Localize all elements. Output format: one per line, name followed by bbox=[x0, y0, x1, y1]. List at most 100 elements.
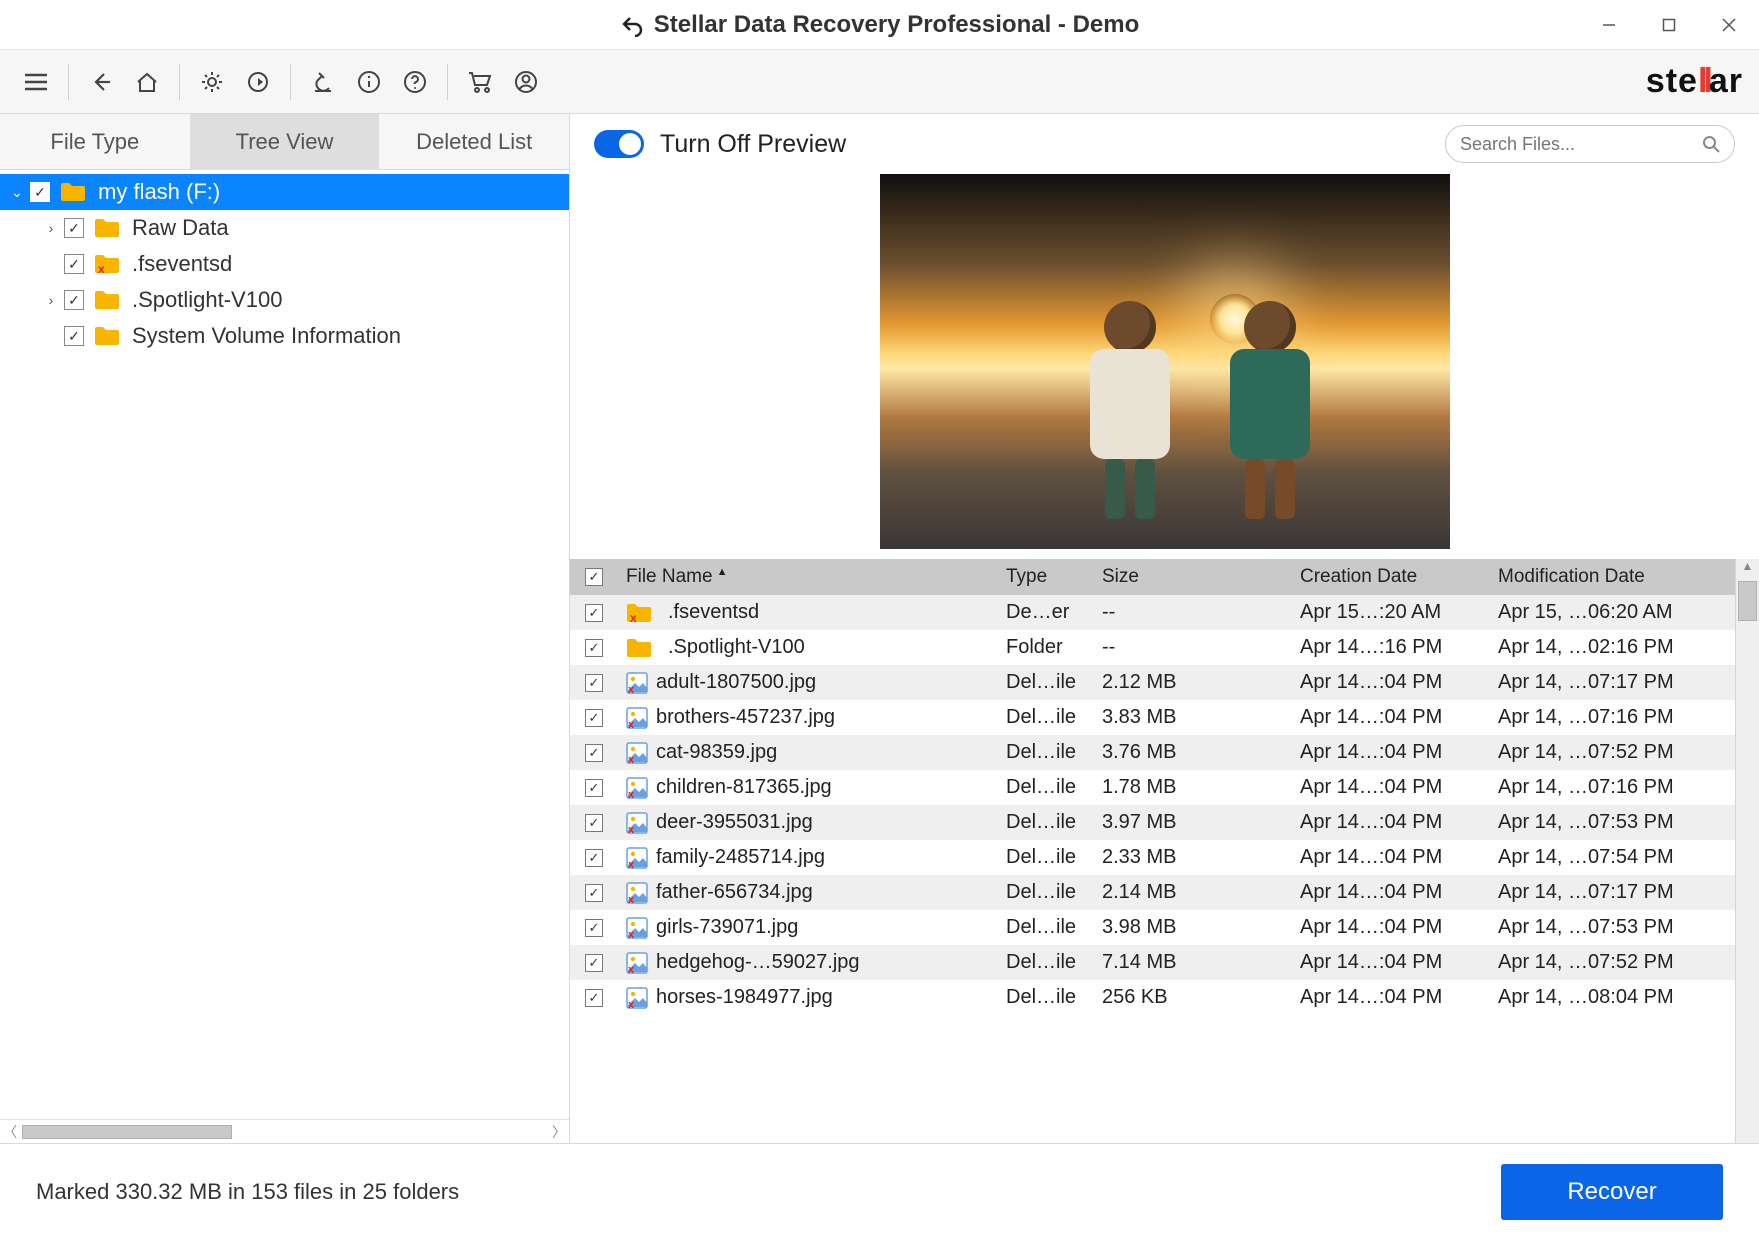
tab-file-type[interactable]: File Type bbox=[0, 114, 190, 170]
file-name: girls-739071.jpg bbox=[656, 916, 798, 939]
file-creation-date: Apr 14…:04 PM bbox=[1292, 741, 1490, 764]
undo-icon[interactable] bbox=[620, 13, 644, 37]
minimize-button[interactable] bbox=[1579, 0, 1639, 50]
cart-icon[interactable] bbox=[460, 62, 500, 102]
row-checkbox[interactable]: ✓ bbox=[585, 919, 603, 937]
table-row[interactable]: ✓xhedgehog-…59027.jpgDel…ile7.14 MBApr 1… bbox=[570, 945, 1735, 980]
maximize-button[interactable] bbox=[1639, 0, 1699, 50]
tree-checkbox[interactable]: ✓ bbox=[64, 290, 84, 310]
info-icon[interactable] bbox=[349, 62, 389, 102]
file-modification-date: Apr 14, …07:17 PM bbox=[1490, 881, 1735, 904]
file-creation-date: Apr 15…:20 AM bbox=[1292, 601, 1490, 624]
tree-item[interactable]: ›✓.Spotlight-V100 bbox=[0, 282, 569, 318]
table-row[interactable]: ✓xcat-98359.jpgDel…ile3.76 MBApr 14…:04 … bbox=[570, 735, 1735, 770]
row-checkbox[interactable]: ✓ bbox=[585, 604, 603, 622]
user-icon[interactable] bbox=[506, 62, 546, 102]
file-creation-date: Apr 14…:04 PM bbox=[1292, 916, 1490, 939]
expander-icon[interactable]: ⌄ bbox=[8, 184, 26, 201]
file-modification-date: Apr 14, …02:16 PM bbox=[1490, 636, 1735, 659]
row-checkbox[interactable]: ✓ bbox=[585, 884, 603, 902]
microscope-icon[interactable] bbox=[303, 62, 343, 102]
tab-deleted-list[interactable]: Deleted List bbox=[379, 114, 569, 170]
table-row[interactable]: ✓xchildren-817365.jpgDel…ile1.78 MBApr 1… bbox=[570, 770, 1735, 805]
file-modification-date: Apr 14, …07:16 PM bbox=[1490, 706, 1735, 729]
file-name: brothers-457237.jpg bbox=[656, 706, 835, 729]
search-icon[interactable] bbox=[1702, 135, 1720, 153]
table-row[interactable]: ✓xhorses-1984977.jpgDel…ile256 KBApr 14…… bbox=[570, 980, 1735, 1015]
row-checkbox[interactable]: ✓ bbox=[585, 779, 603, 797]
settings-icon[interactable] bbox=[192, 62, 232, 102]
svg-text:x: x bbox=[628, 754, 635, 764]
tree-hscrollbar[interactable]: 〈〉 bbox=[0, 1119, 569, 1143]
expander-icon[interactable]: › bbox=[42, 220, 60, 236]
table-row[interactable]: ✓xgirls-739071.jpgDel…ile3.98 MBApr 14…:… bbox=[570, 910, 1735, 945]
row-checkbox[interactable]: ✓ bbox=[585, 849, 603, 867]
tree-item-label: my flash (F:) bbox=[98, 179, 220, 205]
help-icon[interactable] bbox=[395, 62, 435, 102]
home-icon[interactable] bbox=[127, 62, 167, 102]
row-checkbox[interactable]: ✓ bbox=[585, 989, 603, 1007]
row-checkbox[interactable]: ✓ bbox=[585, 639, 603, 657]
col-type[interactable]: Type bbox=[998, 566, 1094, 588]
file-type: Del…ile bbox=[998, 916, 1094, 939]
search-box[interactable] bbox=[1445, 125, 1735, 163]
table-row[interactable]: ✓xadult-1807500.jpgDel…ile2.12 MBApr 14…… bbox=[570, 665, 1735, 700]
file-creation-date: Apr 14…:04 PM bbox=[1292, 811, 1490, 834]
row-checkbox[interactable]: ✓ bbox=[585, 674, 603, 692]
preview-toggle-label: Turn Off Preview bbox=[660, 130, 846, 159]
file-modification-date: Apr 14, …07:53 PM bbox=[1490, 811, 1735, 834]
file-size: 2.12 MB bbox=[1094, 671, 1292, 694]
row-checkbox[interactable]: ✓ bbox=[585, 814, 603, 832]
file-name: .fseventsd bbox=[668, 601, 759, 624]
svg-text:x: x bbox=[628, 964, 635, 974]
file-type: Folder bbox=[998, 636, 1094, 659]
recover-button[interactable]: Recover bbox=[1501, 1164, 1723, 1220]
svg-text:x: x bbox=[98, 262, 105, 275]
row-checkbox[interactable]: ✓ bbox=[585, 744, 603, 762]
tree-item[interactable]: ✓ x .fseventsd bbox=[0, 246, 569, 282]
file-modification-date: Apr 14, …07:52 PM bbox=[1490, 951, 1735, 974]
table-header[interactable]: ✓ File Name▲ Type Size Creation Date Mod… bbox=[570, 559, 1735, 595]
table-row[interactable]: ✓.Spotlight-V100Folder--Apr 14…:16 PMApr… bbox=[570, 630, 1735, 665]
folder-tree[interactable]: ⌄✓my flash (F:)›✓Raw Data✓x.fseventsd›✓.… bbox=[0, 170, 569, 1119]
col-filename[interactable]: File Name▲ bbox=[618, 566, 998, 588]
col-modification-date[interactable]: Modification Date bbox=[1490, 566, 1735, 588]
reload-icon[interactable] bbox=[238, 62, 278, 102]
file-creation-date: Apr 14…:04 PM bbox=[1292, 881, 1490, 904]
col-creation-date[interactable]: Creation Date bbox=[1292, 566, 1490, 588]
search-input[interactable] bbox=[1460, 134, 1702, 155]
file-name: adult-1807500.jpg bbox=[656, 671, 816, 694]
file-type: Del…ile bbox=[998, 846, 1094, 869]
row-checkbox[interactable]: ✓ bbox=[585, 709, 603, 727]
svg-text:x: x bbox=[628, 999, 635, 1009]
table-row[interactable]: ✓xfather-656734.jpgDel…ile2.14 MBApr 14…… bbox=[570, 875, 1735, 910]
table-row[interactable]: ✓x.fseventsdDe…er--Apr 15…:20 AMApr 15, … bbox=[570, 595, 1735, 630]
file-modification-date: Apr 15, …06:20 AM bbox=[1490, 601, 1735, 624]
tree-item[interactable]: ✓System Volume Information bbox=[0, 318, 569, 354]
table-row[interactable]: ✓xbrothers-457237.jpgDel…ile3.83 MBApr 1… bbox=[570, 700, 1735, 735]
hamburger-icon[interactable] bbox=[16, 62, 56, 102]
file-name: .Spotlight-V100 bbox=[668, 636, 805, 659]
tab-tree-view[interactable]: Tree View bbox=[190, 114, 380, 170]
table-vscrollbar[interactable]: ▲ bbox=[1735, 559, 1759, 1143]
expander-icon[interactable]: › bbox=[42, 292, 60, 308]
table-row[interactable]: ✓xfamily-2485714.jpgDel…ile2.33 MBApr 14… bbox=[570, 840, 1735, 875]
tree-item[interactable]: ⌄✓ my flash (F:) bbox=[0, 174, 569, 210]
preview-toggle[interactable] bbox=[594, 130, 644, 158]
tree-item-label: .fseventsd bbox=[132, 251, 232, 277]
tree-checkbox[interactable]: ✓ bbox=[64, 254, 84, 274]
close-button[interactable] bbox=[1699, 0, 1759, 50]
file-creation-date: Apr 14…:04 PM bbox=[1292, 951, 1490, 974]
header-checkbox[interactable]: ✓ bbox=[585, 568, 603, 586]
file-type: Del…ile bbox=[998, 741, 1094, 764]
row-checkbox[interactable]: ✓ bbox=[585, 954, 603, 972]
tree-checkbox[interactable]: ✓ bbox=[64, 326, 84, 346]
tree-checkbox[interactable]: ✓ bbox=[64, 218, 84, 238]
tree-item[interactable]: ›✓Raw Data bbox=[0, 210, 569, 246]
back-icon[interactable] bbox=[81, 62, 121, 102]
col-size[interactable]: Size bbox=[1094, 566, 1292, 588]
file-size: 3.97 MB bbox=[1094, 811, 1292, 834]
tree-checkbox[interactable]: ✓ bbox=[30, 182, 50, 202]
table-row[interactable]: ✓xdeer-3955031.jpgDel…ile3.97 MBApr 14…:… bbox=[570, 805, 1735, 840]
file-table[interactable]: ✓ File Name▲ Type Size Creation Date Mod… bbox=[570, 559, 1735, 1143]
